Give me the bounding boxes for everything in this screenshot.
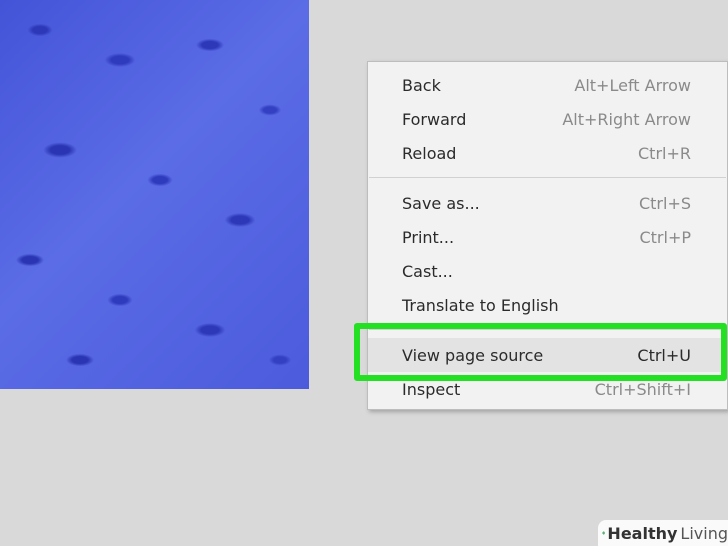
menu-separator [369,177,726,178]
menu-item-view-page-source[interactable]: View page source Ctrl+U [368,338,727,372]
menu-item-shortcut: Ctrl+Shift+I [594,379,691,399]
menu-item-cast[interactable]: Cast... [368,254,727,288]
menu-item-shortcut: Ctrl+P [639,227,691,247]
menu-item-print[interactable]: Print... Ctrl+P [368,220,727,254]
menu-item-label: Reload [402,143,457,163]
menu-separator [369,329,726,330]
menu-item-inspect[interactable]: Inspect Ctrl+Shift+I [368,372,727,406]
menu-item-translate[interactable]: Translate to English [368,288,727,322]
menu-item-label: Back [402,75,441,95]
menu-item-save-as[interactable]: Save as... Ctrl+S [368,186,727,220]
watermark: Healthy Living [598,520,728,546]
menu-item-forward[interactable]: Forward Alt+Right Arrow [368,102,727,136]
cross-logo-icon [602,531,606,535]
menu-item-label: Translate to English [402,295,559,315]
menu-item-back[interactable]: Back Alt+Left Arrow [368,68,727,102]
menu-item-label: Forward [402,109,467,129]
menu-item-label: Print... [402,227,455,247]
menu-item-label: Inspect [402,379,461,399]
menu-item-reload[interactable]: Reload Ctrl+R [368,136,727,170]
menu-item-shortcut: Alt+Left Arrow [574,75,691,95]
page-image [0,0,309,389]
menu-item-shortcut: Alt+Right Arrow [562,109,691,129]
menu-item-label: View page source [402,345,544,365]
menu-item-label: Cast... [402,261,453,281]
menu-item-shortcut: Ctrl+R [638,143,691,163]
menu-item-shortcut: Ctrl+U [637,345,691,365]
watermark-brand-light: Living [680,523,728,543]
menu-item-label: Save as... [402,193,480,213]
menu-item-shortcut: Ctrl+S [638,193,691,213]
watermark-brand-bold: Healthy [607,523,678,543]
context-menu: Back Alt+Left Arrow Forward Alt+Right Ar… [367,61,728,410]
